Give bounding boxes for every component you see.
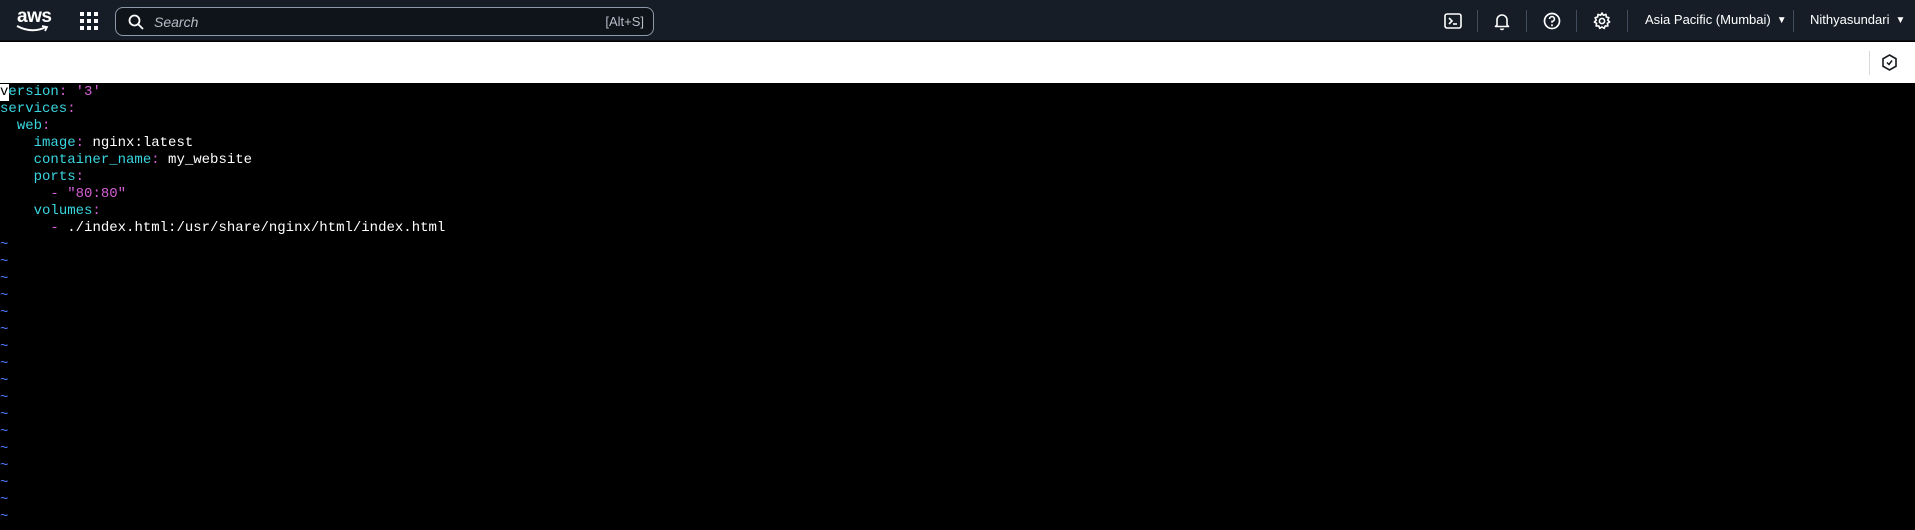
empty-line-marker: ~	[0, 339, 9, 355]
yaml-key: image	[33, 135, 76, 151]
yaml-indent	[0, 169, 34, 185]
caret-down-icon: ▼	[1895, 15, 1906, 26]
search-icon	[128, 14, 144, 35]
yaml-punct: :	[58, 84, 76, 100]
search-input[interactable]	[152, 11, 536, 33]
empty-line-marker: ~	[0, 475, 9, 491]
account-menu[interactable]: Nithyasundari ▼	[1810, 12, 1905, 27]
yaml-string: "80:80"	[67, 186, 127, 202]
region-selector[interactable]: Asia Pacific (Mumbai) ▼	[1645, 12, 1787, 27]
gear-icon[interactable]	[1592, 11, 1612, 31]
account-name: Nithyasundari	[1810, 12, 1890, 27]
search-bar[interactable]: [Alt+S]	[115, 7, 654, 36]
top-navigation: aws [Alt+S]	[0, 0, 1915, 41]
yaml-value: ./index.html:/usr/share/nginx/html/index…	[67, 220, 446, 236]
editor-line: container_name: my_website	[0, 152, 252, 169]
editor-line: - "80:80"	[0, 186, 126, 203]
yaml-value: nginx:latest	[92, 135, 194, 151]
divider	[1576, 10, 1577, 32]
empty-line-marker: ~	[0, 356, 9, 372]
yaml-punct: :	[75, 135, 93, 151]
aws-logo[interactable]: aws	[14, 6, 52, 34]
empty-line-marker: ~	[0, 390, 9, 406]
divider	[1627, 10, 1628, 32]
empty-line-marker: ~	[0, 271, 9, 287]
editor-line: ports:	[0, 169, 84, 186]
empty-line-marker: ~	[0, 424, 9, 440]
yaml-value: my_website	[168, 152, 253, 168]
yaml-punct: :	[151, 152, 169, 168]
yaml-string: '3'	[75, 84, 101, 100]
empty-line-marker: ~	[0, 441, 9, 457]
empty-line-marker: ~	[0, 509, 9, 525]
divider	[1793, 10, 1794, 32]
yaml-indent	[0, 220, 50, 236]
empty-line-marker: ~	[0, 373, 9, 389]
grid-icon[interactable]	[80, 12, 98, 30]
empty-line-marker: ~	[0, 407, 9, 423]
secondary-bar	[0, 42, 1915, 83]
divider	[1477, 10, 1478, 32]
yaml-key: volumes	[33, 203, 93, 219]
yaml-indent	[0, 186, 50, 202]
terminal-editor[interactable]: version: '3' services: web: image: nginx:…	[0, 84, 1915, 530]
yaml-key: container_name	[33, 152, 152, 168]
divider	[1869, 51, 1870, 75]
empty-line-marker: ~	[0, 237, 9, 253]
yaml-indent	[0, 152, 34, 168]
empty-line-marker: ~	[0, 305, 9, 321]
bell-icon[interactable]	[1492, 11, 1512, 31]
caret-down-icon: ▼	[1776, 15, 1787, 26]
editor-line: image: nginx:latest	[0, 135, 194, 152]
yaml-punct: :	[42, 118, 51, 134]
empty-line-marker: ~	[0, 322, 9, 338]
yaml-punct: -	[50, 220, 68, 236]
hexagon-icon[interactable]	[1881, 54, 1898, 71]
yaml-punct: -	[50, 186, 68, 202]
editor-line: - ./index.html:/usr/share/nginx/html/ind…	[0, 220, 445, 237]
help-icon[interactable]	[1542, 11, 1562, 31]
yaml-punct: :	[92, 203, 101, 219]
yaml-key: services	[0, 101, 68, 117]
editor-line: web:	[0, 118, 51, 135]
yaml-key: ersion	[8, 84, 59, 100]
terminal-icon[interactable]	[1443, 11, 1463, 31]
yaml-indent	[0, 203, 34, 219]
divider	[1526, 10, 1527, 32]
empty-line-marker: ~	[0, 288, 9, 304]
yaml-key: ports	[33, 169, 76, 185]
editor-line: services:	[0, 101, 76, 118]
yaml-punct: :	[75, 169, 85, 185]
aws-smile-icon	[16, 25, 49, 32]
yaml-key: web	[16, 118, 43, 134]
yaml-punct: :	[67, 101, 76, 117]
region-label: Asia Pacific (Mumbai)	[1645, 12, 1771, 27]
empty-line-marker: ~	[0, 492, 9, 508]
editor-line: version: '3'	[0, 84, 101, 101]
empty-line-marker: ~	[0, 254, 9, 270]
yaml-indent	[0, 135, 34, 151]
editor-line: volumes:	[0, 203, 101, 220]
empty-line-marker: ~	[0, 458, 9, 474]
yaml-indent	[0, 118, 17, 134]
search-shortcut-hint: [Alt+S]	[605, 14, 644, 29]
